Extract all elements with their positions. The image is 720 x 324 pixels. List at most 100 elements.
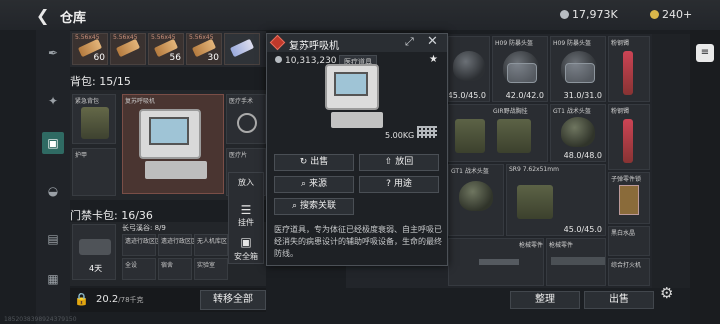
item-label: 紧急背包 (75, 98, 100, 105)
stash-item[interactable]: 粉钢镯 (608, 36, 650, 102)
side-item-strip[interactable] (652, 34, 690, 288)
footer-id: 1852038398924379150 (4, 316, 77, 323)
keycard-label: 宿舍 (161, 262, 174, 269)
question-icon: ? (386, 179, 394, 189)
star-icon[interactable]: ★ (429, 54, 438, 65)
pistol-icon[interactable]: ✒ (42, 42, 64, 64)
backpack-item[interactable]: 护甲 (72, 148, 116, 196)
keycard-slot[interactable]: 宿舍 (158, 258, 192, 280)
keycard-header: 门禁卡包: 16/36 (70, 209, 153, 222)
search-icon: ⌕ (292, 201, 300, 211)
backpack-item-selected[interactable]: 复苏呼吸机 (122, 94, 224, 194)
backpack-header: 背包: 15/15 (70, 75, 131, 88)
item-label: SR9 7.62x51mm (509, 166, 559, 173)
item-label: 综合打火机 (611, 262, 642, 269)
sell-action-button[interactable]: ↻ 出售 (274, 154, 354, 171)
lock-icon[interactable]: 🔒 (74, 292, 89, 306)
part-icon (479, 259, 519, 265)
ventilator-base (331, 112, 383, 128)
keycard-slot[interactable]: 遗迹行政区区 (158, 234, 197, 256)
item-label: GT1 战术头盔 (451, 168, 489, 175)
keycard-label: 实验室 (197, 262, 216, 269)
source-button[interactable]: ⌕ 来源 (274, 176, 354, 193)
vest-icon (517, 185, 553, 219)
stash-item[interactable]: H09 防暴头盔 42.0/42.0 (492, 36, 548, 102)
usage-button[interactable]: ? 用途 (359, 176, 439, 193)
keycard-slot[interactable]: 全设 (122, 258, 156, 280)
stash-item[interactable]: 粉钢镯 (608, 104, 650, 170)
stash-item[interactable]: 黑白水晶 (608, 226, 650, 256)
capacity-max: /78千克 (118, 296, 144, 304)
item-label: 黑白水晶 (611, 230, 636, 237)
rifle-icon (551, 257, 605, 265)
keycard-label: 遗迹行政区区 (125, 238, 162, 245)
category-rail: ✒ ✦ ▣ ◒ ▤ ▦ (36, 30, 70, 324)
keycard-slot[interactable]: 无人机库区 (194, 234, 228, 256)
token-amount: 240+ (662, 8, 693, 21)
helmet-icon[interactable]: ◒ (42, 180, 64, 202)
item-durability: 31.0/31.0 (563, 91, 602, 100)
coin-icon (275, 56, 282, 63)
case-icon[interactable]: ▦ (42, 268, 64, 290)
ventilator-icon (139, 109, 201, 159)
backpack-item[interactable]: 紧急背包 (72, 94, 116, 144)
sell-button[interactable]: 出售 (584, 291, 654, 309)
backpack-icon[interactable]: ▣ (42, 132, 64, 154)
armor-icon[interactable]: ▤ (42, 228, 64, 250)
item-label: 粉钢镯 (611, 40, 630, 47)
drone-icon (237, 113, 257, 133)
visor-icon (565, 63, 595, 83)
item-name: 复苏呼吸机 (289, 41, 339, 52)
item-label: 粉钢镯 (611, 108, 630, 115)
keycard-slot[interactable]: 实验室 (194, 258, 228, 280)
ammo-count: 60 (93, 53, 105, 63)
keycard-case[interactable]: 4天 (72, 224, 116, 280)
stash-item[interactable]: 子弹零件锁 (608, 172, 650, 224)
stash-item[interactable]: 枪械零件 (546, 238, 606, 286)
usb-item-slot[interactable] (224, 33, 260, 65)
page-title: 仓库 (60, 11, 87, 26)
gear-icon[interactable]: ⚙ (660, 284, 673, 302)
sell-action-label: 出售 (310, 157, 329, 167)
close-icon[interactable]: ✕ (427, 34, 438, 49)
keycard-label: 全设 (125, 262, 138, 269)
token-balance[interactable]: 240+ (650, 8, 692, 21)
collapse-icon[interactable]: ⤢ (405, 35, 414, 49)
storage-tab-icon[interactable]: ≡ (696, 44, 714, 62)
stash-item[interactable]: SR9 7.62x51mm 45.0/45.0 (506, 164, 606, 236)
ammo-slot[interactable]: 5.56x45 60 (72, 33, 108, 65)
transfer-all-button[interactable]: 转移全部 (200, 290, 266, 310)
search-related-button[interactable]: ⌕ 搜索关联 (274, 198, 354, 215)
vest-icon (455, 119, 485, 153)
ammo-count: 56 (169, 53, 181, 63)
put-back-label: 放回 (395, 157, 414, 167)
item-detail-popup: 复苏呼吸机 ⤢ ✕ 10,313,230 医疗道具 ★ 5.00KG ↻ 出售 … (266, 33, 448, 266)
stash-item[interactable]: GIR野战胸挂 (448, 104, 548, 162)
stash-item[interactable]: 综合打火机 (608, 258, 650, 286)
keycard-slot[interactable]: 遗迹行政区区 (122, 234, 161, 256)
usb-icon (229, 38, 255, 58)
backpack-item[interactable]: 医疗手术 (226, 94, 266, 144)
stash-item[interactable]: GT1 战术头盔 (448, 164, 504, 236)
stash-item[interactable]: H09 防暴头盔 31.0/31.0 (550, 36, 606, 102)
item-label: H09 防暴头盔 (553, 40, 592, 47)
ammo-strip: 5.56x45 60 5.56x45 5.56x45 56 5.56x45 30 (70, 31, 266, 67)
tactical-helmet-icon (561, 117, 595, 147)
right-rail: ≡ (690, 30, 720, 324)
safe-box-button[interactable]: 安全箱 (229, 251, 263, 262)
put-back-button[interactable]: ⇧ 放回 (359, 154, 439, 171)
mount-button[interactable]: 挂件 (229, 217, 263, 228)
back-arrow-icon[interactable]: ❮ (36, 6, 49, 25)
ammo-slot[interactable]: 5.56x45 56 (148, 33, 184, 65)
ammo-slot[interactable]: 5.56x45 30 (186, 33, 222, 65)
stash-item[interactable]: 枪械零件 (448, 238, 544, 286)
stash-item[interactable]: GT1 战术头盔 48.0/48.0 (550, 104, 606, 162)
item-durability: 48.0/48.0 (563, 151, 602, 160)
keycard-sub: 长弓溪谷: 8/9 (122, 224, 166, 232)
ammo-slot[interactable]: 5.56x45 (110, 33, 146, 65)
put-in-button[interactable]: 放入 (229, 177, 263, 188)
stash-item[interactable]: 45.0/45.0 (448, 36, 490, 102)
sort-button[interactable]: 整理 (510, 291, 580, 309)
pendant-icon: ☰ (240, 203, 252, 217)
vest-icon[interactable]: ✦ (42, 90, 64, 112)
